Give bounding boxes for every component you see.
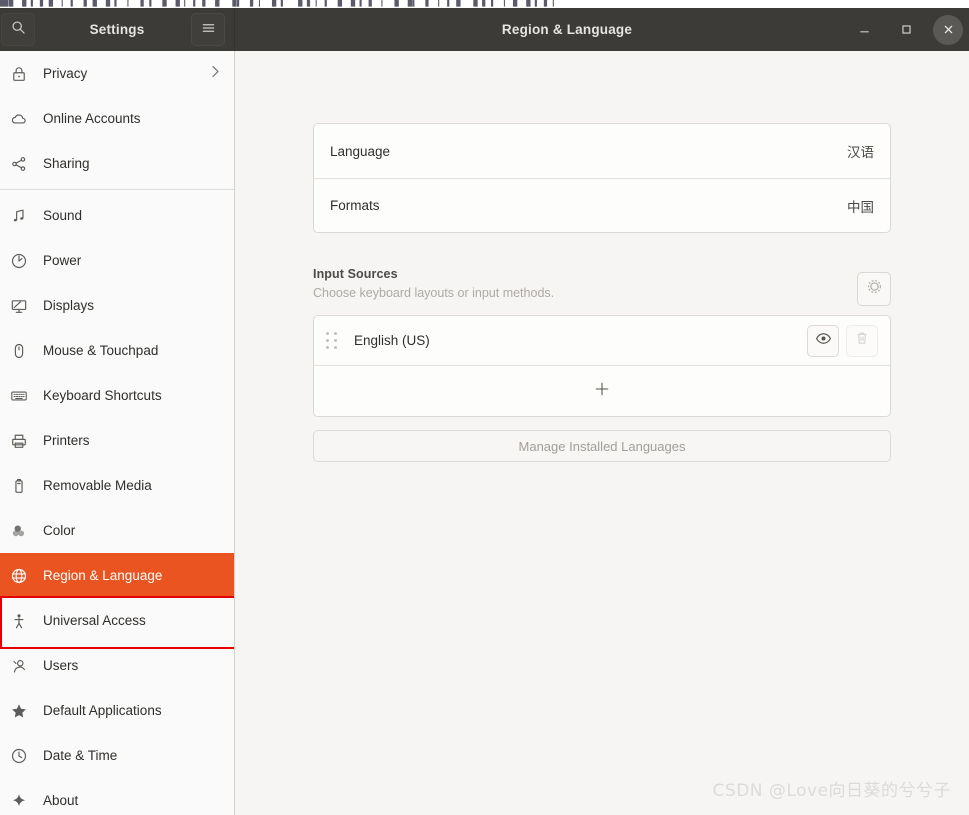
lock-icon (10, 65, 36, 83)
sidebar-item-label: Keyboard Shortcuts (43, 388, 162, 403)
sidebar-item-label: Displays (43, 298, 95, 313)
panel-content: Language 汉语 Formats 中国 Input Sources Cho… (313, 51, 891, 462)
sidebar-item-label: Removable Media (43, 478, 152, 493)
watermark-text: CSDN @Love向日葵的兮兮子 (712, 781, 951, 801)
window-body: Privacy Online Accounts Sharing Sound Power D… (0, 51, 969, 815)
gear-icon (866, 278, 883, 300)
sidebar-item-label: Online Accounts (43, 111, 141, 126)
sidebar-item-mouse-touchpad[interactable]: Mouse & Touchpad (0, 328, 234, 373)
sidebar-item-about[interactable]: About (0, 778, 234, 815)
language-formats-card: Language 汉语 Formats 中国 (313, 123, 891, 233)
star-icon (10, 702, 36, 720)
sidebar-item-keyboard-shortcuts[interactable]: Keyboard Shortcuts (0, 373, 234, 418)
add-input-source-button[interactable] (314, 366, 890, 416)
settings-sidebar: Privacy Online Accounts Sharing Sound Power D… (0, 51, 235, 815)
formats-label: Formats (330, 198, 380, 213)
settings-window: Settings Region & Language Privacy Onlin… (0, 8, 969, 815)
region-language-panel: Language 汉语 Formats 中国 Input Sources Cho… (235, 51, 969, 815)
sidebar-item-power[interactable]: Power (0, 238, 234, 283)
drag-handle-icon[interactable] (326, 331, 340, 350)
sidebar-item-label: Sound (43, 208, 83, 223)
sidebar-item-label: Users (43, 658, 79, 673)
formats-row[interactable]: Formats 中国 (314, 178, 890, 232)
language-row[interactable]: Language 汉语 (314, 124, 890, 178)
minimize-button[interactable] (849, 15, 879, 45)
sidebar-item-label: Date & Time (43, 748, 118, 763)
sidebar-item-label: Default Applications (43, 703, 162, 718)
sidebar-item-date-time[interactable]: Date & Time (0, 733, 234, 778)
sidebar-item-universal-access[interactable]: Universal Access (0, 598, 234, 643)
monitor-icon (10, 297, 36, 315)
search-icon (11, 20, 26, 40)
share-nodes-icon (10, 155, 36, 173)
input-sources-header: Input Sources Choose keyboard layouts or… (313, 267, 891, 315)
sidebar-item-sound[interactable]: Sound (0, 193, 234, 238)
music-note-icon (10, 207, 36, 225)
sidebar-item-label: Mouse & Touchpad (43, 343, 159, 358)
sidebar-item-label: Region & Language (43, 568, 163, 583)
sparkle-icon (10, 792, 36, 810)
mouse-icon (10, 342, 36, 360)
titlebar-content-section: Region & Language (235, 8, 969, 51)
language-value: 汉语 (847, 145, 874, 161)
titlebar: Settings Region & Language (0, 8, 969, 51)
sidebar-item-label: About (43, 793, 79, 808)
sidebar-item-region-language[interactable]: Region & Language (0, 553, 234, 598)
language-label: Language (330, 143, 391, 159)
background-window-strip: █▌▐ ▎▍▌ ▏▎ ▍▌▐ ▎ ▏ ▍▎ ▌▐ ▏▎▍ ▌ ▐▎ ▍▏ ▌▎ … (0, 0, 969, 8)
plus-icon (594, 381, 610, 402)
sidebar-item-label: Sharing (43, 156, 90, 171)
keyboard-icon (10, 387, 36, 405)
sidebar-separator (0, 189, 234, 190)
background-window-text: █▌▐ ▎▍▌ ▏▎ ▍▌▐ ▎ ▏ ▍▎ ▌▐ ▏▎▍ ▌ ▐▎ ▍▏ ▌▎ … (0, 0, 562, 7)
globe-icon (10, 567, 36, 585)
users-icon (10, 657, 36, 675)
close-button[interactable] (933, 14, 963, 45)
sidebar-item-label: Color (43, 523, 76, 538)
power-icon (10, 252, 36, 270)
sidebar-item-label: Universal Access (43, 613, 146, 628)
chevron-right-icon (211, 64, 220, 83)
sidebar-item-displays[interactable]: Displays (0, 283, 234, 328)
sidebar-item-printers[interactable]: Printers (0, 418, 234, 463)
remove-input-source-button[interactable] (846, 324, 878, 357)
cloud-icon (10, 110, 36, 128)
page-title: Region & Language (501, 22, 633, 37)
sidebar-item-color[interactable]: Color (0, 508, 234, 553)
sidebar-item-users[interactable]: Users (0, 643, 234, 688)
input-sources-heading-text: Input Sources Choose keyboard layouts or… (313, 267, 554, 300)
input-sources-title: Input Sources (313, 267, 398, 281)
search-button[interactable] (1, 13, 35, 46)
sidebar-item-privacy[interactable]: Privacy (0, 51, 234, 96)
input-source-name: English (US) (354, 333, 430, 348)
eye-icon (815, 330, 832, 352)
input-sources-settings-button[interactable] (857, 272, 891, 306)
preview-layout-button[interactable] (807, 324, 839, 357)
sidebar-item-label: Printers (43, 433, 90, 448)
sidebar-item-label: Privacy (43, 66, 88, 81)
formats-value: 中国 (847, 199, 874, 216)
sidebar-item-default-applications[interactable]: Default Applications (0, 688, 234, 733)
sidebar-item-sharing[interactable]: Sharing (0, 141, 234, 186)
trash-icon (854, 330, 870, 351)
input-sources-subtitle: Choose keyboard layouts or input methods… (313, 286, 555, 300)
input-sources-card: English (US) (313, 315, 891, 417)
manage-installed-languages-button[interactable]: Manage Installed Languages (313, 430, 891, 462)
sidebar-nav-list: Privacy Online Accounts Sharing Sound Power D… (0, 51, 234, 815)
maximize-button[interactable] (891, 15, 921, 45)
clock-icon (10, 747, 36, 765)
sidebar-item-removable-media[interactable]: Removable Media (0, 463, 234, 508)
usb-drive-icon (10, 477, 36, 495)
printer-icon (10, 432, 36, 450)
input-source-row[interactable]: English (US) (314, 316, 890, 366)
color-circles-icon (10, 522, 36, 540)
sidebar-item-label: Power (43, 253, 82, 268)
accessibility-icon (10, 612, 36, 630)
window-controls (849, 8, 963, 51)
sidebar-item-online-accounts[interactable]: Online Accounts (0, 96, 234, 141)
